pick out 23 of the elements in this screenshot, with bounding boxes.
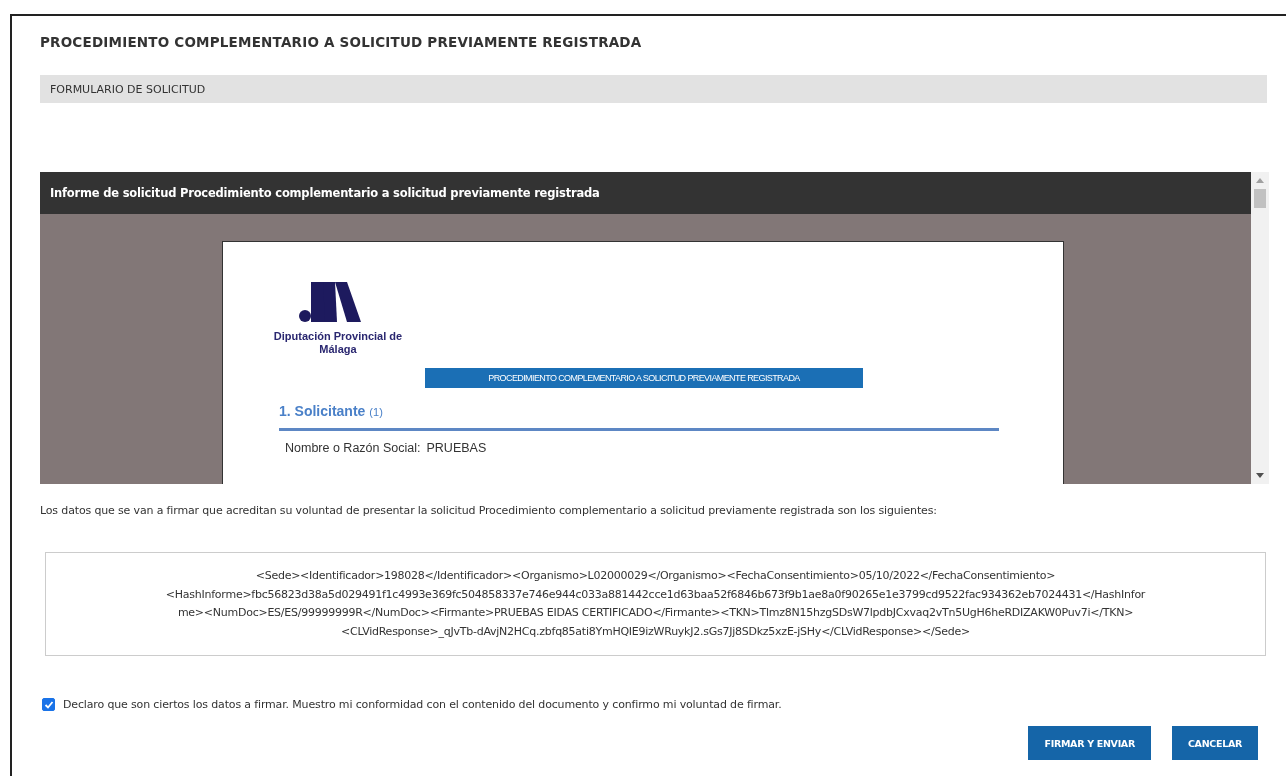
document-banner: PROCEDIMIENTO COMPLEMENTARIO A SOLICITUD PREVIAMENTE REGISTRADA (425, 368, 863, 388)
signed-data-line: me><NumDoc>ES/ES/99999999R</NumDoc><Firmante>PRUEBAS EIDAS CERTIFICADO</Firmante><TKN>Tlmz8N15hzgSDsW7lpdbJCxvaq2vTn5UgH6heRDIZAKW0Puv7i</TKN> (176, 605, 1135, 621)
intro-text: Los datos que se van a firmar que acreditan su voluntad de presentar la solicitud Procedimiento complementario a solicitud previamente registrada son los siguientes: (40, 504, 938, 517)
section-bar: FORMULARIO DE SOLICITUD (40, 75, 1267, 103)
scroll-up-icon[interactable] (1256, 178, 1264, 183)
signed-data-line: <Sede><Identificador>198028</Identificador><Organismo>L02000029</Organismo><FechaConsentimiento>05/10/2022</FechaConsentimiento> (254, 568, 1057, 584)
section-heading: 1. Solicitante (279, 403, 366, 419)
action-button[interactable]: FIRMAR Y ENVIAR (1028, 726, 1151, 760)
consent-checkbox[interactable] (42, 698, 55, 711)
logo-icon (299, 282, 361, 322)
scrollbar[interactable] (1251, 172, 1269, 484)
signed-data-line: <HashInforme>fbc56823d38a5d029491f1c4993e369fc504858337e746e944c033a881442cce1d63baa52f6846b673f9b1ae8a0f90265e1e3799cd9522fac934362eb7024431</HashInfor (164, 586, 1147, 603)
consent-label: Declaro que son ciertos los datos a firmar. Muestro mi conformidad con el contenido del documento y confirmo mi voluntad de firmar. (63, 698, 782, 711)
section-note: (1) (369, 406, 383, 418)
scroll-down-icon[interactable] (1256, 473, 1264, 478)
action-button[interactable]: CANCELAR (1171, 726, 1258, 760)
field-label: Nombre o Razón Social: (285, 441, 421, 455)
viewer-header: Informe de solicitud Procedimiento complementario a solicitud previamente registrada (40, 172, 1251, 214)
signed-data-line: <CLVidResponse>_qJvTb-dAvjN2HCq.zbfq85ati8YmHQIE9izWRuykJ2.sGs7Jj8SDkz5xzE-jSHy</CLVidResponse></Sede> (340, 623, 971, 640)
page-title: PROCEDIMIENTO COMPLEMENTARIO A SOLICITUD PREVIAMENTE REGISTRADA (40, 34, 643, 52)
field-value: PRUEBAS (426, 441, 487, 455)
scroll-thumb[interactable] (1254, 189, 1266, 208)
organization-name: Diputación Provincial de Málaga (273, 330, 403, 356)
